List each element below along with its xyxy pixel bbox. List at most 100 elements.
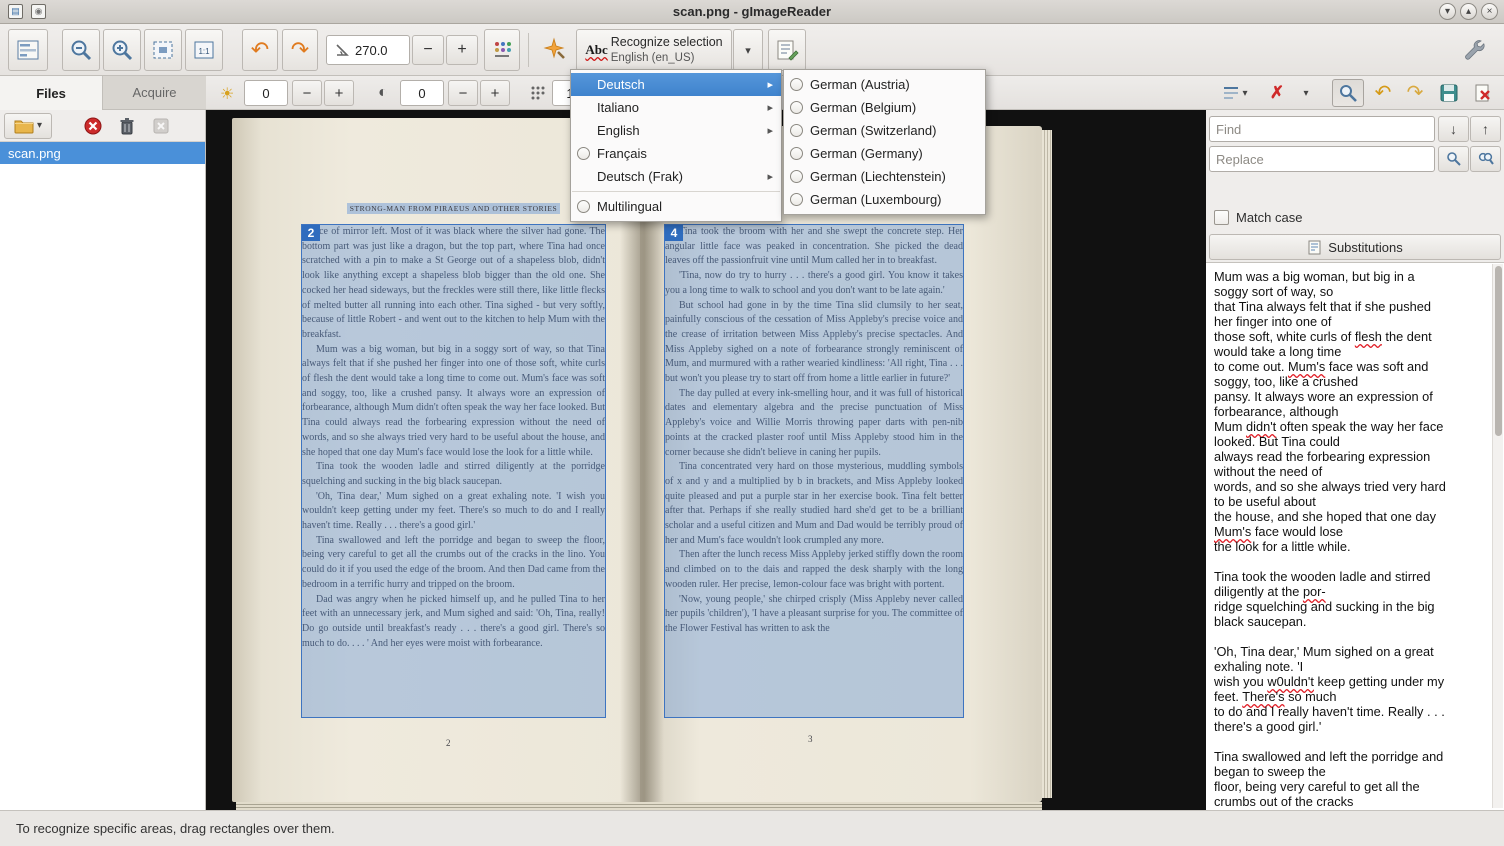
- filter-dropdown-button[interactable]: ▾: [1294, 79, 1318, 107]
- output-line: exhaling note. 'I: [1214, 659, 1490, 674]
- zoom-original-button[interactable]: 1:1: [185, 29, 223, 71]
- radio-icon: [790, 193, 803, 206]
- find-input[interactable]: [1209, 116, 1435, 142]
- text-segment: Mum: [1214, 419, 1246, 434]
- remove-file-button[interactable]: [78, 113, 108, 139]
- output-line: ridge squelching and sucking in the big: [1214, 599, 1490, 614]
- menu-item-gutter: [790, 170, 810, 183]
- submenu-item-german-liechtenstein[interactable]: German (Liechtenstein): [784, 165, 985, 188]
- substitutions-button[interactable]: Substitutions: [1209, 234, 1501, 260]
- toggle-output-pane-button[interactable]: [768, 29, 806, 71]
- output-panel: ↓ ↑ Match case Substitutions: [1206, 110, 1504, 810]
- radio-icon: [577, 200, 590, 213]
- text-segment: ridge squelching and sucking in the big: [1214, 599, 1435, 614]
- scrollbar-thumb[interactable]: [1495, 266, 1502, 436]
- resolution-icon: [530, 85, 546, 101]
- open-file-button[interactable]: ▾: [4, 113, 52, 139]
- misspelled-word: Mum's: [1288, 359, 1325, 374]
- rotation-decrease-button[interactable]: −: [412, 35, 444, 65]
- language-menu: Deutsch▸Italiano▸English▸FrançaisDeutsch…: [570, 69, 782, 222]
- clear-files-button[interactable]: [146, 113, 176, 139]
- tab-acquire[interactable]: Acquire: [103, 76, 206, 110]
- rotate-right-button[interactable]: ↷: [282, 29, 318, 71]
- menu-item-deutsch[interactable]: Deutsch▸: [571, 73, 781, 96]
- zoom-fit-button[interactable]: [144, 29, 182, 71]
- redo-button[interactable]: ↷: [1400, 79, 1430, 107]
- settings-button[interactable]: [1454, 29, 1494, 71]
- contrast-input[interactable]: 0: [400, 80, 444, 106]
- files-toolbar: ▾: [0, 110, 205, 142]
- menu-item-fran-ais[interactable]: Français: [571, 142, 781, 165]
- replace-button[interactable]: [1438, 146, 1469, 172]
- output-scrollbar[interactable]: [1492, 264, 1503, 808]
- delete-file-button[interactable]: [112, 113, 142, 139]
- selection-region-2[interactable]: 2: [301, 224, 606, 718]
- output-line: soggy, too, like a crushed: [1214, 374, 1490, 389]
- svg-text:1:1: 1:1: [198, 47, 210, 56]
- recognize-language-dropdown-button[interactable]: ▾: [733, 29, 763, 71]
- angle-icon: [335, 43, 349, 57]
- replace-input[interactable]: [1209, 146, 1435, 172]
- menu-item-label: Deutsch (Frak): [597, 169, 767, 184]
- trash-icon: [119, 117, 135, 135]
- rotation-angle-input[interactable]: 270.0: [326, 35, 410, 65]
- output-toolbar: ▾ ✗ ▾ ↶ ↷: [1206, 76, 1504, 110]
- submenu-item-german-luxembourg[interactable]: German (Luxembourg): [784, 188, 985, 211]
- wrench-icon: [1461, 37, 1487, 63]
- insert-mode-button[interactable]: ▾: [1216, 79, 1254, 107]
- text-segment: would take a long time: [1214, 344, 1341, 359]
- close-button[interactable]: ×: [1481, 3, 1498, 20]
- output-line: that Tina always felt that if she pushed: [1214, 299, 1490, 314]
- match-case-checkbox[interactable]: [1214, 210, 1229, 225]
- radio-icon: [790, 101, 803, 114]
- output-line: to come out. Mum's face was soft and: [1214, 359, 1490, 374]
- recognize-selection-button[interactable]: Abc Recognize selection English (en_US): [576, 29, 732, 71]
- find-prev-button[interactable]: ↑: [1470, 116, 1501, 142]
- save-output-button[interactable]: [1434, 79, 1464, 107]
- zoom-out-button[interactable]: [62, 29, 100, 71]
- output-pane-icon: [775, 38, 799, 62]
- find-replace-toggle-button[interactable]: [1332, 79, 1364, 107]
- file-row-scan-png[interactable]: scan.png: [0, 142, 205, 164]
- clear-output-button[interactable]: [1468, 79, 1498, 107]
- brightness-input[interactable]: 0: [244, 80, 288, 106]
- output-line: crumbs out of the cracks: [1214, 794, 1490, 809]
- submenu-item-german-switzerland[interactable]: German (Switzerland): [784, 119, 985, 142]
- brightness-decrease-button[interactable]: −: [292, 80, 322, 106]
- submenu-item-german-austria[interactable]: German (Austria): [784, 73, 985, 96]
- replace-all-button[interactable]: [1470, 146, 1501, 172]
- recognize-all-button[interactable]: [536, 29, 572, 71]
- menu-item-deutsch-frak[interactable]: Deutsch (Frak)▸: [571, 165, 781, 188]
- tab-files[interactable]: Files: [0, 76, 103, 110]
- rotation-increase-button[interactable]: +: [446, 35, 478, 65]
- minimize-button[interactable]: ▾: [1439, 3, 1456, 20]
- radio-icon: [790, 78, 803, 91]
- rotate-left-button[interactable]: ↶: [242, 29, 278, 71]
- submenu-item-german-belgium[interactable]: German (Belgium): [784, 96, 985, 119]
- contrast-decrease-button[interactable]: −: [448, 80, 478, 106]
- undo-button[interactable]: ↶: [1368, 79, 1398, 107]
- submenu-item-german-germany[interactable]: German (Germany): [784, 142, 985, 165]
- output-line: Mum's face would lose: [1214, 524, 1490, 539]
- filter-button[interactable]: ✗: [1264, 79, 1290, 107]
- selection-region-4[interactable]: 4: [664, 224, 964, 718]
- show-controls-button[interactable]: [8, 29, 48, 71]
- brightness-increase-button[interactable]: +: [324, 80, 354, 106]
- text-segment: exhaling note. 'I: [1214, 659, 1303, 674]
- maximize-button[interactable]: ▴: [1460, 3, 1477, 20]
- zoom-in-button[interactable]: [103, 29, 141, 71]
- rotate-mode-button[interactable]: [484, 29, 520, 71]
- header-selection: STRONG-MAN FROM PIRAEUS AND OTHER STORIE…: [347, 203, 561, 214]
- menu-item-english[interactable]: English▸: [571, 119, 781, 142]
- chevron-down-icon: ▾: [1242, 88, 1247, 99]
- menu-item-label: German (Luxembourg): [810, 192, 977, 207]
- output-textarea[interactable]: Mum was a big woman, but big in asoggy s…: [1206, 262, 1504, 810]
- text-segment: those soft, white curls of: [1214, 329, 1355, 344]
- text-segment: feet.: [1214, 689, 1242, 704]
- text-segment: Mum was a big woman, but big in a: [1214, 269, 1415, 284]
- menu-item-italiano[interactable]: Italiano▸: [571, 96, 781, 119]
- contrast-increase-button[interactable]: +: [480, 80, 510, 106]
- menu-item-multilingual[interactable]: Multilingual: [571, 195, 781, 218]
- find-next-button[interactable]: ↓: [1438, 116, 1469, 142]
- menu-item-label: German (Liechtenstein): [810, 169, 977, 184]
